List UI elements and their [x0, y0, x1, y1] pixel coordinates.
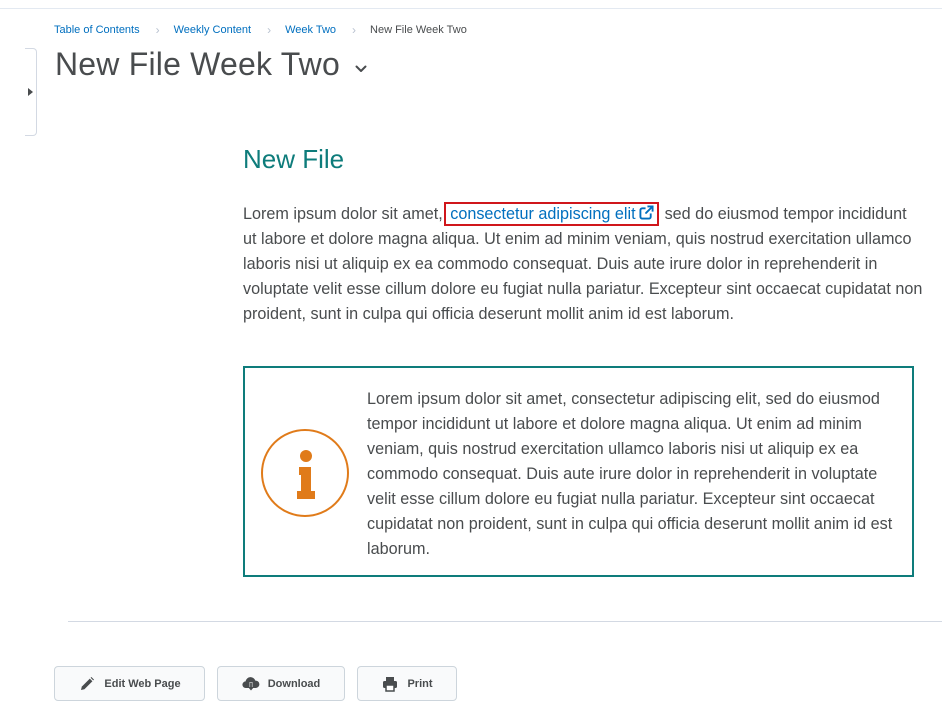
info-callout-text: Lorem ipsum dolor sit amet, consectetur … [367, 390, 893, 558]
breadcrumb: Table of Contents › Weekly Content › Wee… [54, 22, 467, 38]
info-icon [261, 429, 349, 517]
breadcrumb-link-week-two[interactable]: Week Two [285, 24, 336, 36]
chevron-right-icon [28, 88, 33, 96]
pencil-icon [78, 675, 96, 693]
paragraph-text-start: Lorem ipsum dolor sit amet, [243, 205, 443, 223]
title-dropdown-button[interactable] [354, 62, 368, 76]
edit-web-page-label: Edit Web Page [104, 677, 181, 690]
external-link-label: consectetur adipiscing elit [450, 205, 636, 223]
top-divider [0, 8, 942, 9]
breadcrumb-current: New File Week Two [370, 24, 467, 36]
page-title: New File Week Two [55, 46, 340, 82]
info-callout: Lorem ipsum dolor sit amet, consectetur … [243, 366, 914, 577]
chevron-down-icon [355, 65, 367, 72]
print-button[interactable]: Print [357, 666, 457, 701]
edit-web-page-button[interactable]: Edit Web Page [54, 666, 205, 701]
printer-icon [381, 675, 399, 693]
download-label: Download [267, 677, 321, 690]
download-button[interactable]: Download [217, 666, 345, 701]
content-divider [68, 621, 942, 622]
external-link-icon [639, 205, 654, 220]
cloud-download-icon [242, 675, 260, 693]
page-title-area: New File Week Two [55, 46, 368, 83]
sidebar-toggle-button[interactable] [25, 48, 37, 136]
external-link[interactable]: consectetur adipiscing elit [444, 202, 659, 226]
content-heading: New File [243, 144, 345, 174]
breadcrumb-separator-icon: › [267, 23, 272, 37]
content-paragraph: Lorem ipsum dolor sit amet, consectetur … [243, 202, 923, 327]
breadcrumb-link-table-of-contents[interactable]: Table of Contents [54, 24, 140, 36]
breadcrumb-link-weekly-content[interactable]: Weekly Content [174, 24, 251, 36]
breadcrumb-separator-icon: › [155, 23, 160, 37]
breadcrumb-separator-icon: › [352, 23, 357, 37]
print-label: Print [407, 677, 433, 690]
